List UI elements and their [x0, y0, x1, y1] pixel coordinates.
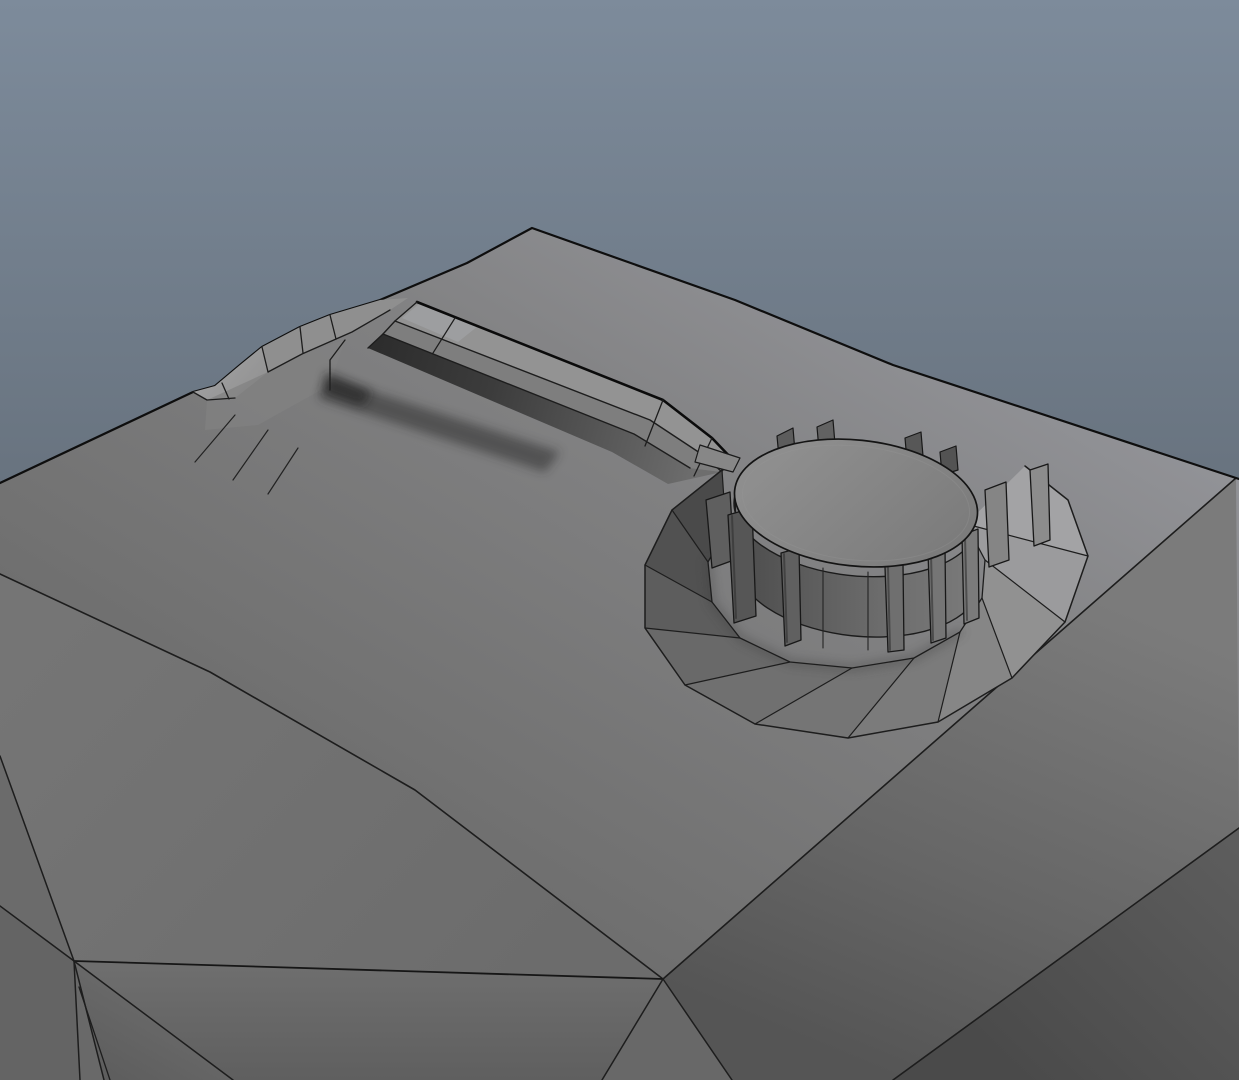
3d-viewport[interactable]: [0, 0, 1239, 1080]
viewport-canvas[interactable]: [0, 0, 1239, 1080]
cap-rib[interactable]: [1029, 463, 1051, 547]
cap-rib[interactable]: [984, 481, 1010, 568]
